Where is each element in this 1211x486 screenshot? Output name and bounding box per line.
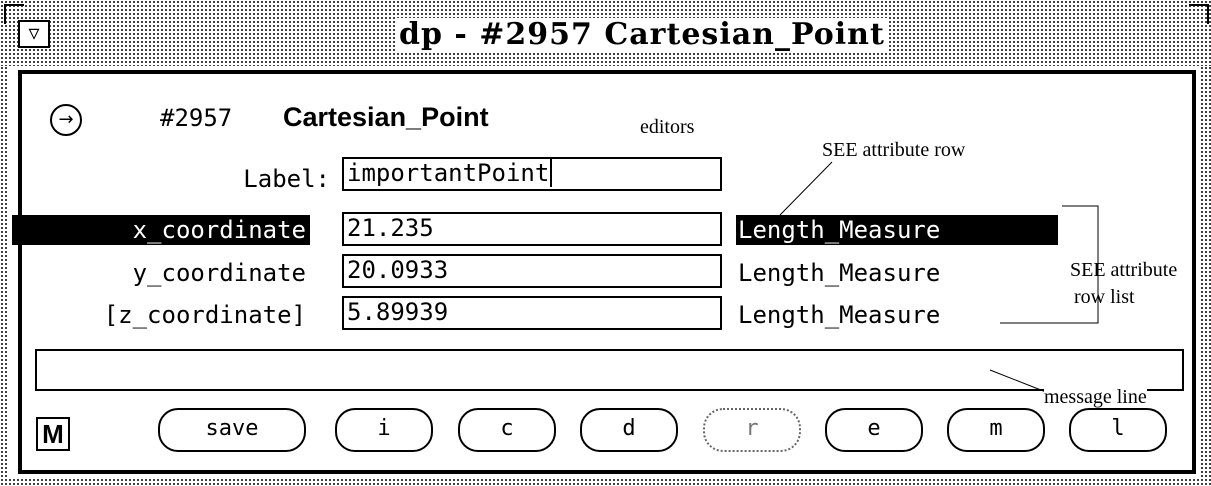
d-button[interactable]: d	[580, 408, 678, 452]
save-button[interactable]: save	[158, 408, 306, 452]
annotation-message-line: message line	[1044, 386, 1147, 408]
annotation-see-attribute-row-list-1: SEE attribute	[1070, 259, 1178, 281]
r-button[interactable]: r	[703, 408, 801, 452]
m-button[interactable]: m	[947, 408, 1045, 452]
c-button[interactable]: c	[458, 408, 556, 452]
annotation-see-attribute-row-list-2: row list	[1074, 286, 1135, 308]
l-button[interactable]: l	[1069, 408, 1167, 452]
e-button[interactable]: e	[825, 408, 923, 452]
mode-button[interactable]: M	[36, 417, 70, 451]
i-button[interactable]: i	[335, 408, 433, 452]
message-line	[35, 349, 1184, 391]
